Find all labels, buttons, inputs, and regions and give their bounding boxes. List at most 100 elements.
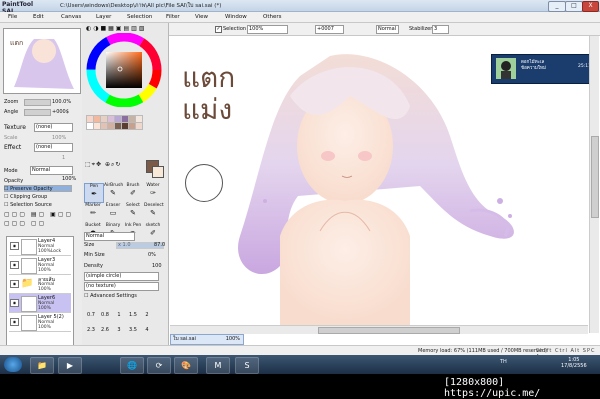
explorer-icon[interactable]: 📁: [30, 357, 54, 374]
pen-tool[interactable]: Pen ✒: [84, 183, 104, 203]
horizontal-scroll-thumb[interactable]: [318, 327, 460, 334]
palette-swatch[interactable]: [135, 122, 143, 130]
m-app-icon[interactable]: M: [206, 357, 230, 374]
texture-select[interactable]: (none): [34, 123, 73, 132]
sketch-tool[interactable]: sketch ✐: [144, 223, 162, 241]
menu-layer[interactable]: Layer: [96, 14, 111, 20]
preserve-opacity-checkbox[interactable]: ☐ Preserve Opacity: [4, 186, 53, 192]
size-preset[interactable]: 3.5: [126, 327, 140, 333]
menu-filter[interactable]: Filter: [166, 14, 180, 20]
size-preset[interactable]: 0.8: [98, 312, 112, 318]
layer-opacity: 100%: [38, 325, 51, 330]
eraser-tool[interactable]: Eraser ▭: [104, 203, 122, 221]
layer-item[interactable]: ◉ Layer4 Normal 100%Lock: [9, 237, 71, 256]
eye-icon[interactable]: ◉: [10, 318, 19, 326]
menu-others[interactable]: Others: [263, 14, 281, 20]
tool-label: Ink Pen: [124, 223, 142, 228]
tool-label: Water: [146, 183, 160, 188]
document-tab[interactable]: ใบ sai.sai 100%: [170, 334, 244, 345]
chat-notification[interactable]: ดอกไม้ทะเล ข้อความใหม่ 25:11: [491, 54, 592, 84]
vertical-scrollbar[interactable]: [589, 36, 599, 333]
layer-folder[interactable]: ◉ 📁 ลายเส้น Normal 100%: [9, 275, 71, 294]
layer-toolbar[interactable]: ▢▢▢ ▤▢ ▣▢▢: [4, 211, 78, 219]
close-button[interactable]: X: [582, 1, 599, 12]
menu-canvas[interactable]: Canvas: [61, 14, 81, 20]
layer-mode-select[interactable]: Normal: [30, 166, 73, 175]
stabilizer-field[interactable]: 3: [432, 25, 449, 34]
marker-tool[interactable]: Marker ✏: [84, 203, 102, 221]
color-wheel[interactable]: [86, 32, 162, 108]
language-indicator[interactable]: TH: [500, 359, 507, 365]
layer-toolbar-2[interactable]: ▢▢▢ ▢▢: [4, 220, 78, 228]
tool-label: AirBrush: [104, 183, 124, 188]
size-preset[interactable]: 4: [140, 327, 154, 333]
brush-tool[interactable]: Brush ✐: [124, 183, 142, 201]
effect-select[interactable]: (none): [34, 143, 73, 152]
app-icon[interactable]: ⟳: [147, 357, 171, 374]
background-color[interactable]: [152, 166, 164, 178]
water-icon: ✑: [150, 189, 156, 197]
blend-mode-field[interactable]: Normal: [376, 25, 399, 34]
start-button[interactable]: [4, 357, 22, 372]
clipping-group-checkbox[interactable]: ☐ Clipping Group: [4, 194, 47, 200]
min-size-label: Min Size: [84, 252, 105, 258]
minimize-button[interactable]: _: [548, 1, 566, 12]
layer-item[interactable]: ◉ Layer 5(2) Normal 100%: [9, 313, 71, 332]
advanced-settings-checkbox[interactable]: ☐ Advanced Settings: [84, 293, 137, 299]
size-preset[interactable]: 1: [112, 312, 126, 318]
zoom-field[interactable]: 100%: [247, 25, 288, 34]
angle-slider[interactable]: [24, 109, 51, 116]
layer-opacity: 100%Lock: [38, 249, 62, 254]
menu-view[interactable]: View: [195, 14, 208, 20]
layer-opacity: 100%: [38, 268, 51, 273]
menu-edit[interactable]: Edit: [33, 14, 44, 20]
menu-file[interactable]: File: [8, 14, 17, 20]
browser-icon[interactable]: 🌐: [120, 357, 144, 374]
avatar: [496, 58, 516, 79]
eye-icon[interactable]: ◉: [10, 280, 19, 288]
brush-mode-select[interactable]: Normal: [84, 232, 135, 241]
system-clock[interactable]: 1:05 17/8/2556: [561, 357, 587, 369]
layer-thumbnail: [21, 315, 37, 331]
tool-label: Deselect: [144, 203, 164, 208]
size-preset[interactable]: 3: [112, 327, 126, 333]
eye-icon[interactable]: ◉: [10, 261, 19, 269]
eye-icon[interactable]: ◉: [10, 299, 19, 307]
color-mode-tabs[interactable]: ◐◑■▦▣▤▥▧: [86, 25, 146, 32]
selection-checkbox[interactable]: ✓: [215, 26, 222, 33]
selection-source-checkbox[interactable]: ☐ Selection Source: [4, 202, 52, 208]
size-preset[interactable]: 2: [140, 312, 154, 318]
maximize-button[interactable]: □: [565, 1, 583, 12]
menu-window[interactable]: Window: [225, 14, 247, 20]
deselect-icon: ✎: [150, 209, 156, 217]
navigator-thumbnail[interactable]: แตก: [3, 28, 81, 94]
deselect-tool[interactable]: Deselect ✎: [144, 203, 164, 221]
clipping-group-label: Clipping Group: [10, 194, 48, 200]
vertical-scroll-thumb[interactable]: [591, 136, 599, 218]
brush-texture-select[interactable]: (no texture): [84, 282, 159, 291]
paint-tool-sai-icon[interactable]: 🎨: [174, 357, 198, 374]
airbrush-tool[interactable]: AirBrush ✎: [104, 183, 124, 201]
angle-field[interactable]: +0007: [315, 25, 344, 34]
size-preset[interactable]: 1.5: [126, 312, 140, 318]
selection-tools[interactable]: ⬚⌖✥ ⊕⌕↻: [85, 161, 121, 169]
color-palette[interactable]: [86, 115, 162, 155]
size-preset[interactable]: 0.7: [84, 312, 98, 318]
water-tool[interactable]: Water ✑: [144, 183, 162, 201]
clock-date: 17/8/2556: [561, 363, 587, 369]
horizontal-scrollbar[interactable]: [170, 325, 588, 334]
selection-source-label: Selection Source: [10, 202, 52, 208]
size-preset[interactable]: 2.6: [98, 327, 112, 333]
folder-icon: 📁: [21, 278, 34, 289]
size-preset[interactable]: 2.3: [84, 327, 98, 333]
menu-selection[interactable]: Selection: [127, 14, 152, 20]
layer-item[interactable]: ◉ Layer3 Normal 100%: [9, 256, 71, 275]
skype-icon[interactable]: S: [235, 357, 259, 374]
select-tool[interactable]: Select ✎: [124, 203, 142, 221]
zoom-slider[interactable]: [24, 99, 51, 106]
media-player-icon[interactable]: ▶: [58, 357, 82, 374]
eye-icon[interactable]: ◉: [10, 242, 19, 250]
document-tab-name: ใบ sai.sai: [173, 336, 196, 342]
brush-shape-select[interactable]: (simple circle): [84, 272, 159, 281]
layer-item-selected[interactable]: ◉ Layer6 Normal 100%: [9, 294, 71, 313]
